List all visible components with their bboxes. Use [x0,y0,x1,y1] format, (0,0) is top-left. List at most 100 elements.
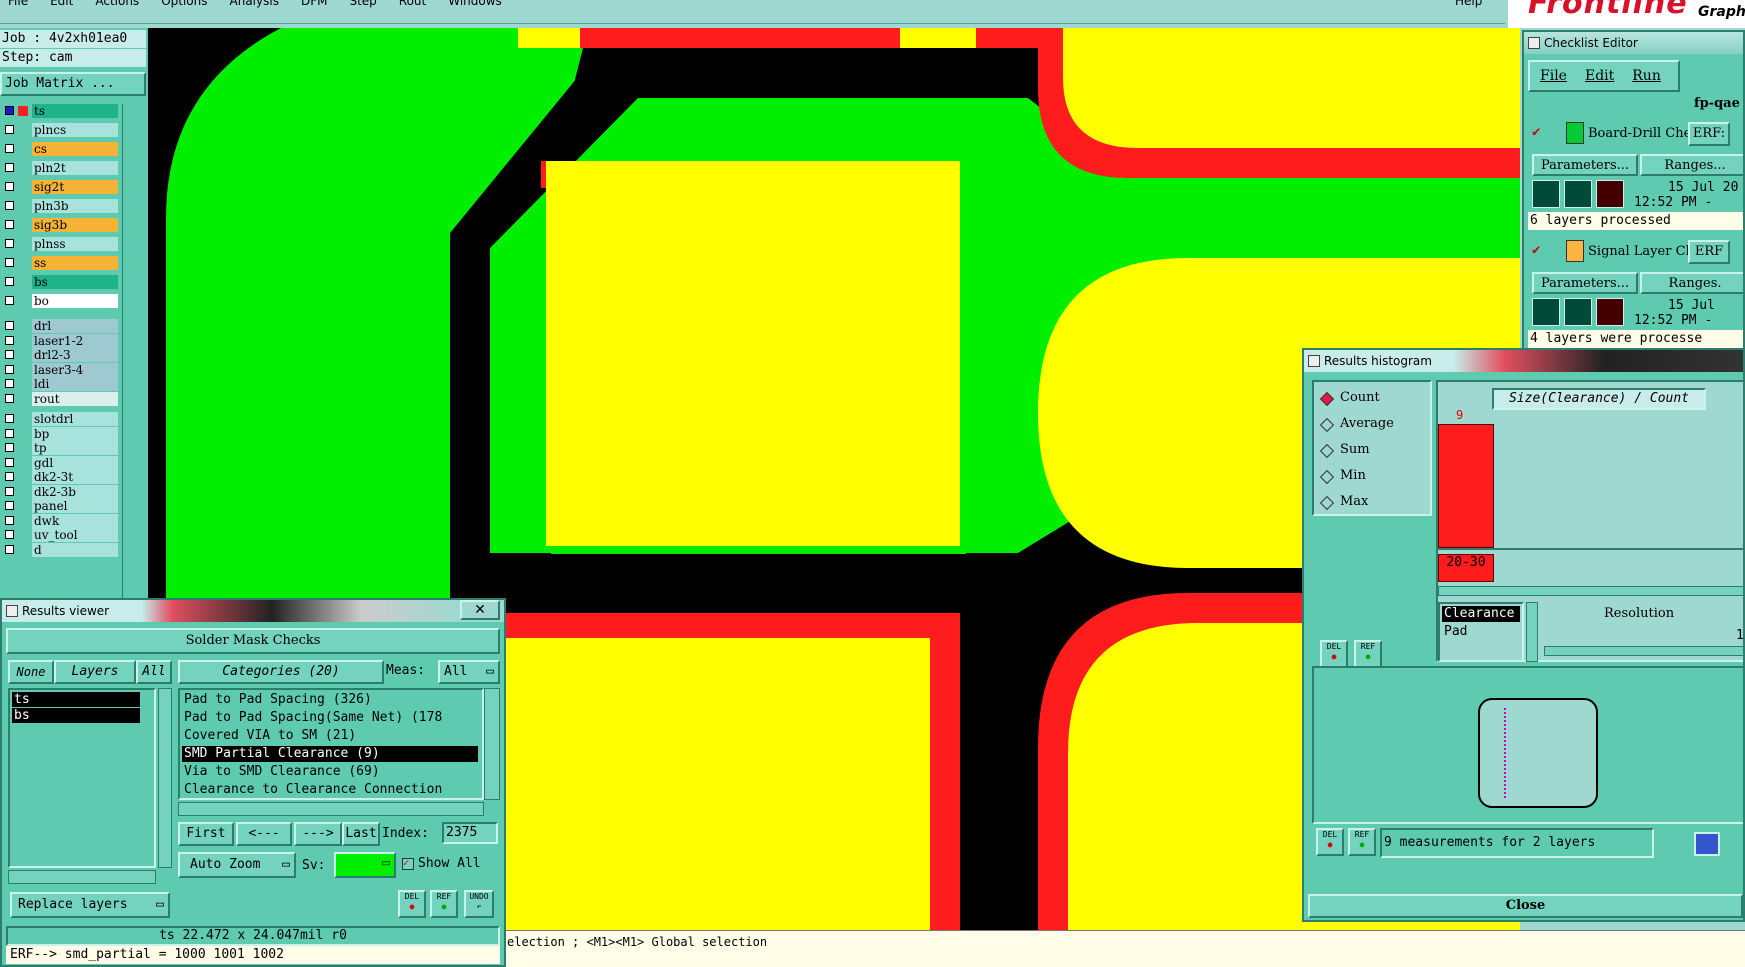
layer-row[interactable]: rout [0,391,120,406]
layer-checkbox[interactable] [5,457,14,467]
layer-checkbox[interactable] [5,486,14,496]
layer-checkbox[interactable] [5,472,14,481]
category-item[interactable]: Pad to Pad Spacing (326) [182,692,478,708]
layer-checkbox[interactable] [5,335,14,345]
run-icon[interactable] [1532,298,1560,326]
index-input[interactable]: 2375 [442,822,498,844]
none-button[interactable]: None [8,660,54,684]
layer-row[interactable]: laser3-4 [0,362,120,377]
layer-row[interactable]: bp [0,426,120,441]
layer-row[interactable]: ldi [0,377,120,391]
menu-item-step[interactable]: Step [349,0,376,8]
run-icon[interactable] [1564,298,1592,326]
layer-row[interactable]: pln2t [0,161,120,175]
layer-row[interactable]: laser1-2 [0,333,120,348]
checklist-editor-titlebar[interactable]: Checklist Editor [1524,32,1743,54]
layer-row[interactable]: plncs [0,123,120,137]
layer-checkbox[interactable] [5,544,14,554]
layer-row[interactable]: drl [0,319,120,333]
checklist-menu-file[interactable]: File [1540,68,1567,84]
window-menu-icon[interactable] [1528,37,1540,49]
layer-checkbox[interactable] [5,220,14,229]
layer-checkbox[interactable] [5,501,14,510]
checklist-menu-run[interactable]: Run [1632,68,1661,84]
categories-vscroll[interactable] [484,688,500,800]
histogram-list-item[interactable]: Pad [1442,624,1520,640]
replace-layers-dropdown[interactable]: Replace layers ▭ [10,892,170,918]
prev-button[interactable]: <--- [236,822,292,846]
layer-checkbox[interactable] [5,201,14,210]
layer-row[interactable]: dwk [0,513,120,528]
run-icon[interactable] [1596,180,1624,208]
ref-button[interactable]: REF ● [430,890,458,918]
results-viewer-titlebar[interactable]: Results viewer [2,600,504,622]
histogram-del2-button[interactable]: DEL ● [1316,828,1344,856]
menu-item-rout[interactable]: Rout [399,0,426,8]
menu-item-options[interactable]: Options [161,0,207,8]
rv-layer-item[interactable]: bs [12,708,140,723]
layer-row[interactable]: cs [0,142,120,156]
last-button[interactable]: Last [342,822,380,846]
layer-row[interactable]: bs [0,275,120,289]
show-all-checkbox[interactable]: ✓ [402,858,414,870]
check-item-2[interactable]: ✔ Signal Layer Ch ERF Parameters... Rang… [1528,236,1743,350]
layer-row[interactable]: gdl [0,455,120,470]
layer-list-hscroll[interactable] [8,870,156,884]
histogram-close-button[interactable]: Close [1308,894,1743,918]
layer-list-vscroll[interactable] [158,688,172,868]
menu-item-windows[interactable]: Windows [448,0,502,8]
layer-row[interactable]: plnss [0,237,120,251]
layer-row[interactable]: drl2-3 [0,348,120,362]
layer-row[interactable]: ts [0,104,120,118]
run-icon[interactable] [1532,180,1560,208]
resolution-slider[interactable] [1544,646,1743,656]
category-item[interactable]: Via to SMD Clearance (69) [182,764,478,780]
rv-layer-item[interactable]: ts [12,692,140,707]
menu-help[interactable]: Help [1455,0,1482,8]
histogram-titlebar[interactable]: Results histogram [1304,350,1743,372]
layer-checkbox[interactable] [5,239,14,248]
histogram-ref2-button[interactable]: REF ● [1348,828,1376,856]
histogram-ref-button[interactable]: REF ● [1354,640,1382,668]
check-item-1-ranges-button[interactable]: Ranges... [1640,154,1743,176]
menu-item-file[interactable]: File [8,0,28,8]
first-button[interactable]: First [178,822,234,846]
layer-checkbox[interactable] [5,144,14,153]
del-button[interactable]: DEL ● [398,890,426,918]
window-menu-icon[interactable] [1308,355,1320,367]
layer-checkbox[interactable] [5,296,14,305]
all-layers-button[interactable]: All [136,660,172,684]
layer-row[interactable]: tp [0,441,120,455]
layers-button[interactable]: Layers [54,660,136,684]
layer-row[interactable]: sig3b [0,218,120,232]
layer-checkbox[interactable] [5,277,14,286]
next-button[interactable]: ---> [294,822,342,846]
layer-checkbox[interactable] [5,125,14,134]
histogram-hscroll[interactable] [1438,586,1743,596]
option-radio[interactable] [1319,443,1335,459]
layer-row[interactable]: uv_tool [0,528,120,542]
undo-button[interactable]: UNDO ↶ [464,890,494,918]
auto-zoom-dropdown[interactable]: Auto Zoom ▭ [178,852,296,878]
layer-checkbox[interactable] [5,258,14,267]
layer-checkbox[interactable] [5,364,14,374]
histogram-item-list[interactable]: Clearance Pad [1438,602,1524,662]
layer-checkbox[interactable] [5,350,14,359]
layer-row[interactable]: d [0,542,120,557]
check-item-1-parameters-button[interactable]: Parameters... [1532,154,1638,176]
check-item-1[interactable]: ✔ Board-Drill Che ERF: Parameters... Ran… [1528,118,1743,234]
histogram-bar[interactable] [1438,424,1494,548]
check-item-2-ranges-button[interactable]: Ranges. [1640,272,1743,294]
checklist-menu-edit[interactable]: Edit [1585,68,1614,84]
histogram-list-scroll[interactable] [1526,602,1538,662]
layer-checkbox[interactable] [5,163,14,172]
meas-dropdown[interactable]: All ▭ [438,660,500,684]
layer-checkbox[interactable] [5,414,14,423]
sv-color-dropdown[interactable]: ▭ [334,852,396,878]
check-item-2-erf[interactable]: ERF [1688,240,1730,264]
layer-checkbox[interactable] [5,530,14,539]
category-item[interactable]: Pad to Pad Spacing(Same Net) (178 [182,710,478,726]
layer-checkbox[interactable] [5,379,14,388]
job-matrix-button[interactable]: Job Matrix ... [0,72,146,96]
option-radio[interactable] [1319,417,1335,433]
